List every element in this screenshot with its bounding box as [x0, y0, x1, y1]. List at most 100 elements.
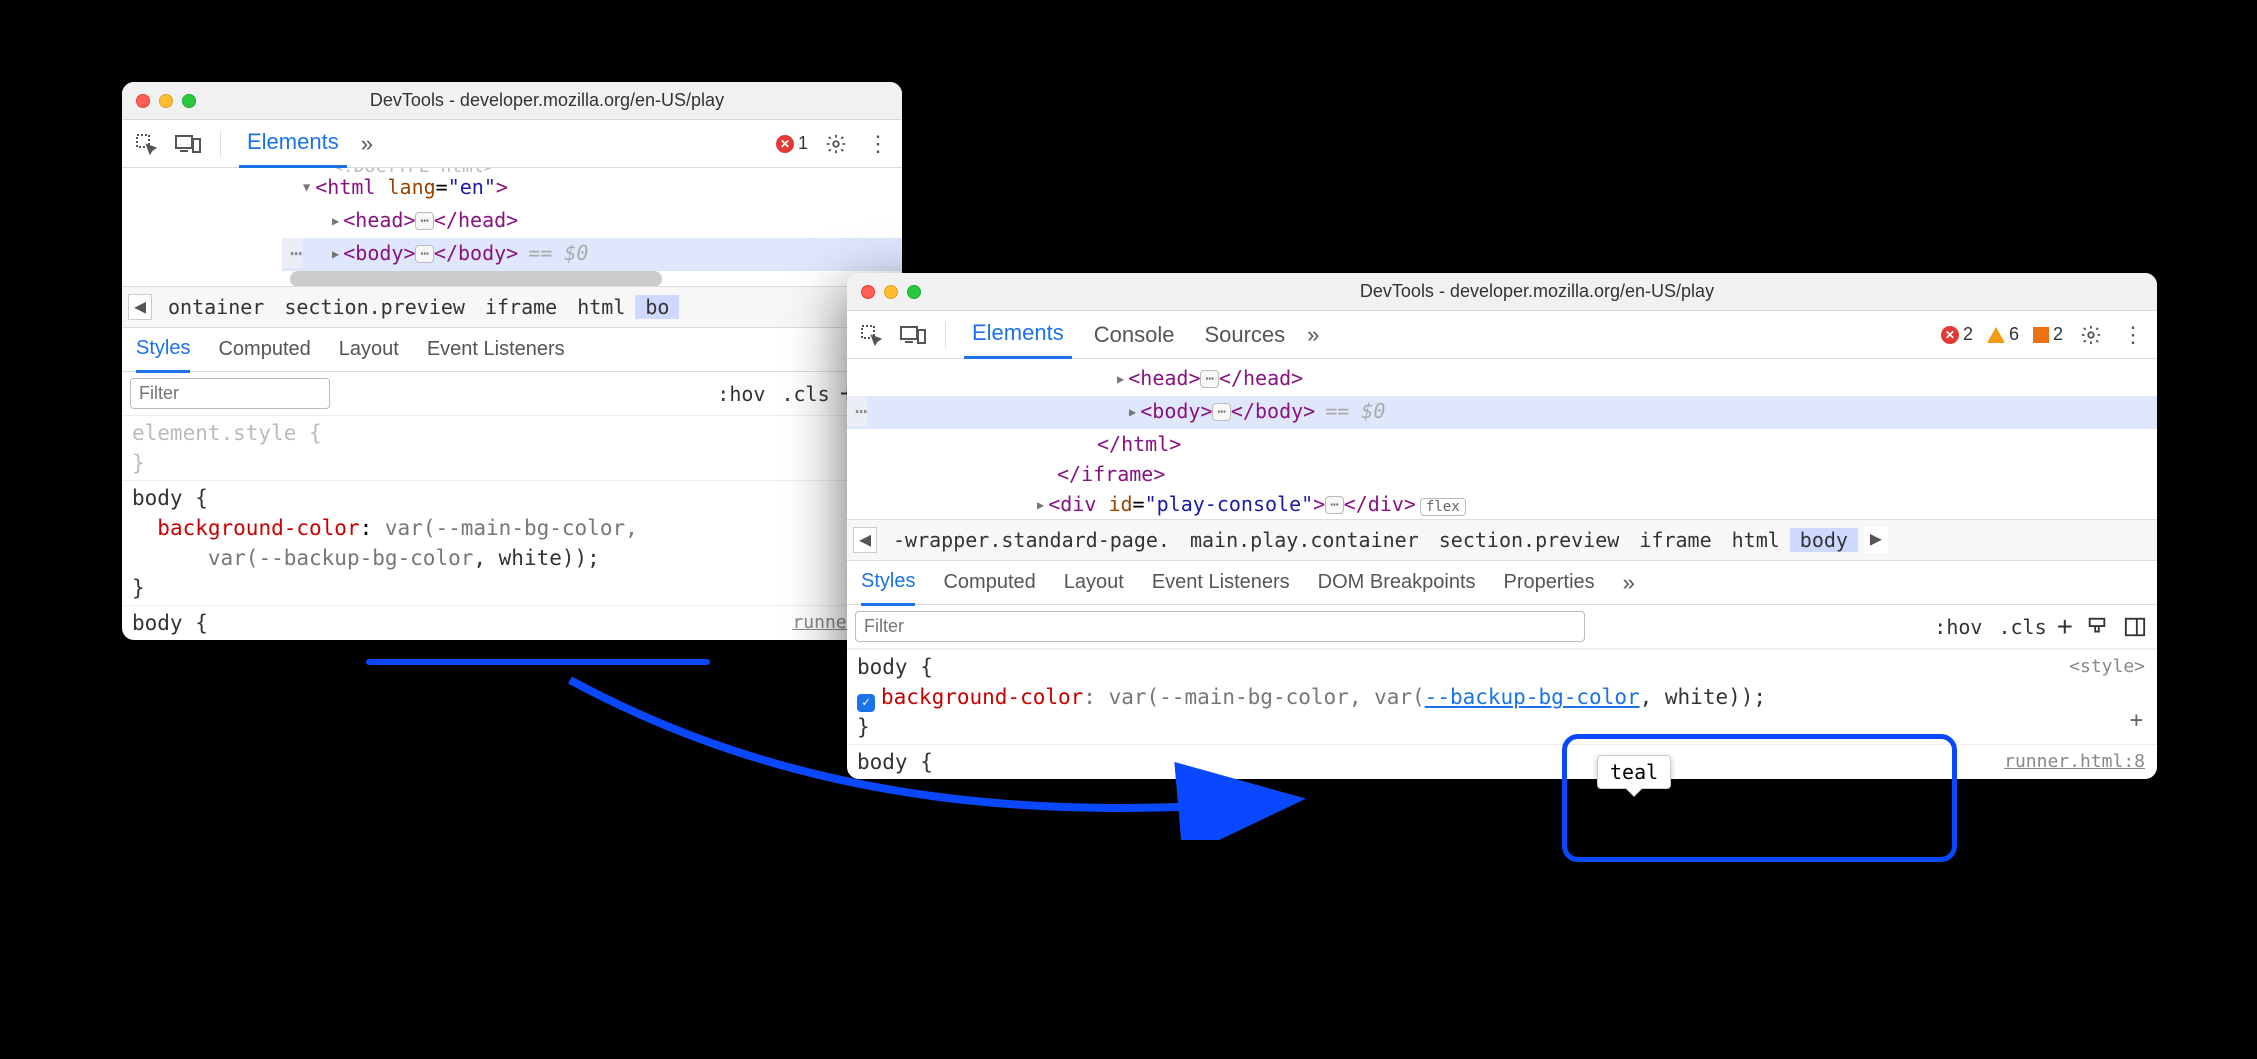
scrollbar[interactable]: [290, 271, 662, 286]
css-var-tooltip: teal: [1597, 755, 1671, 789]
ellipsis-icon[interactable]: ⋯: [1200, 370, 1218, 388]
divider: [945, 322, 946, 348]
tab-event-listeners[interactable]: Event Listeners: [427, 328, 565, 371]
crumb-prev-icon[interactable]: ◀: [128, 294, 152, 320]
css-var-link[interactable]: --backup-bg-color: [1425, 685, 1640, 709]
annotation-arrow-icon: [560, 650, 1320, 840]
titlebar: DevTools - developer.mozilla.org/en-US/p…: [122, 82, 902, 120]
tab-properties[interactable]: Properties: [1504, 561, 1595, 604]
close-window-icon[interactable]: [861, 285, 875, 299]
crumb-body[interactable]: body: [1790, 528, 1858, 552]
source-link[interactable]: <style>: [2069, 652, 2145, 682]
tab-elements[interactable]: Elements: [239, 119, 347, 168]
row-overflow-icon: ⋯: [847, 396, 867, 426]
hov-toggle[interactable]: :hov: [717, 382, 765, 406]
source-link[interactable]: runner.html:8: [2004, 747, 2145, 777]
annotation-highlight: [1562, 734, 1957, 862]
tab-elements[interactable]: Elements: [964, 310, 1072, 359]
style-rule-body-2[interactable]: runner.ht body {: [122, 605, 902, 640]
issue-count[interactable]: 2: [2033, 324, 2063, 345]
more-subtabs-icon[interactable]: »: [1623, 570, 1635, 596]
issue-icon: [2033, 327, 2049, 343]
crumb-html[interactable]: html: [567, 295, 635, 319]
style-rule-elementstyle[interactable]: element.style {}: [122, 416, 902, 480]
minimize-window-icon[interactable]: [884, 285, 898, 299]
zoom-window-icon[interactable]: [907, 285, 921, 299]
close-window-icon[interactable]: [136, 94, 150, 108]
crumb-iframe[interactable]: iframe: [1629, 528, 1721, 552]
crumb-body[interactable]: bo: [635, 295, 679, 319]
inspect-icon[interactable]: [857, 321, 885, 349]
new-rule-icon[interactable]: +: [2057, 611, 2073, 643]
tab-styles[interactable]: Styles: [861, 560, 915, 606]
tab-console[interactable]: Console: [1086, 312, 1183, 358]
gear-icon[interactable]: [2077, 321, 2105, 349]
sidebar-toggle-icon[interactable]: [2121, 613, 2149, 641]
tab-sources[interactable]: Sources: [1196, 312, 1293, 358]
styles-subtabs: Styles Computed Layout Event Listeners: [122, 328, 902, 372]
tab-layout[interactable]: Layout: [1064, 561, 1124, 604]
disclosure-icon[interactable]: ▶: [1129, 397, 1136, 427]
main-toolbar: Elements » ✕ 1 ⋮: [122, 120, 902, 168]
crumb-wrapper[interactable]: -wrapper.standard-page.: [883, 528, 1180, 552]
crumb-main[interactable]: main.play.container: [1180, 528, 1429, 552]
filter-input[interactable]: [855, 611, 1585, 642]
flex-badge[interactable]: flex: [1420, 498, 1466, 516]
disclosure-icon[interactable]: ▶: [1117, 364, 1124, 394]
error-icon: ✕: [1941, 326, 1959, 344]
error-count[interactable]: ✕ 1: [776, 133, 808, 154]
more-tabs-icon[interactable]: »: [361, 131, 373, 157]
ellipsis-icon[interactable]: ⋯: [1212, 403, 1230, 421]
crumb-next-icon[interactable]: ▶: [1864, 527, 1888, 553]
dom-tree[interactable]: <!DOCTYPE html> ▶<html lang="en"> ▶<head…: [122, 168, 902, 286]
kebab-icon[interactable]: ⋮: [2119, 321, 2147, 349]
disclosure-icon[interactable]: ▶: [293, 184, 323, 191]
brush-icon[interactable]: [2083, 613, 2111, 641]
crumb-html[interactable]: html: [1722, 528, 1790, 552]
row-overflow-icon: ⋯: [282, 238, 302, 268]
window-title: DevTools - developer.mozilla.org/en-US/p…: [931, 281, 2143, 302]
crumb-section[interactable]: section.preview: [274, 295, 475, 319]
inspect-icon[interactable]: [132, 130, 160, 158]
hov-toggle[interactable]: :hov: [1934, 615, 1982, 639]
style-rule-body[interactable]: <st body { background-color: var(--main-…: [122, 480, 902, 605]
disclosure-icon[interactable]: ▶: [332, 239, 339, 269]
crumb-prev-icon[interactable]: ◀: [853, 527, 877, 553]
tab-event-listeners[interactable]: Event Listeners: [1152, 561, 1290, 604]
tab-styles[interactable]: Styles: [136, 327, 190, 373]
window-traffic-lights: [861, 285, 921, 299]
error-count[interactable]: ✕2: [1941, 324, 1973, 345]
tab-computed[interactable]: Computed: [218, 328, 310, 371]
crumb-iframe[interactable]: iframe: [475, 295, 567, 319]
zoom-window-icon[interactable]: [182, 94, 196, 108]
warning-count[interactable]: 6: [1987, 324, 2019, 345]
error-icon: ✕: [776, 135, 794, 153]
tab-layout[interactable]: Layout: [339, 328, 399, 371]
tab-computed[interactable]: Computed: [943, 561, 1035, 604]
window-traffic-lights: [136, 94, 196, 108]
styles-subtabs: Styles Computed Layout Event Listeners D…: [847, 561, 2157, 605]
ellipsis-icon[interactable]: ⋯: [415, 212, 433, 230]
titlebar: DevTools - developer.mozilla.org/en-US/p…: [847, 273, 2157, 311]
kebab-icon[interactable]: ⋮: [864, 130, 892, 158]
device-toggle-icon[interactable]: [174, 130, 202, 158]
cls-toggle[interactable]: .cls: [781, 382, 829, 406]
add-property-icon[interactable]: +: [2130, 706, 2143, 736]
cls-toggle[interactable]: .cls: [1998, 615, 2046, 639]
dom-tree[interactable]: ▶<head>⋯</head> ⋯ ▶<body>⋯</body>== $0 <…: [847, 359, 2157, 519]
more-tabs-icon[interactable]: »: [1307, 322, 1319, 348]
device-toggle-icon[interactable]: [899, 321, 927, 349]
filter-input[interactable]: [130, 378, 330, 409]
divider: [220, 131, 221, 157]
tab-dom-breakpoints[interactable]: DOM Breakpoints: [1318, 561, 1476, 604]
error-count-number: 1: [798, 133, 808, 154]
ellipsis-icon[interactable]: ⋯: [415, 245, 433, 263]
ellipsis-icon[interactable]: ⋯: [1325, 496, 1343, 514]
disclosure-icon[interactable]: ▶: [332, 206, 339, 236]
crumb-container[interactable]: ontainer: [158, 295, 274, 319]
gear-icon[interactable]: [822, 130, 850, 158]
prop-name[interactable]: background-color: [157, 516, 359, 540]
disclosure-icon[interactable]: ▶: [1037, 490, 1044, 519]
crumb-section[interactable]: section.preview: [1429, 528, 1630, 552]
minimize-window-icon[interactable]: [159, 94, 173, 108]
